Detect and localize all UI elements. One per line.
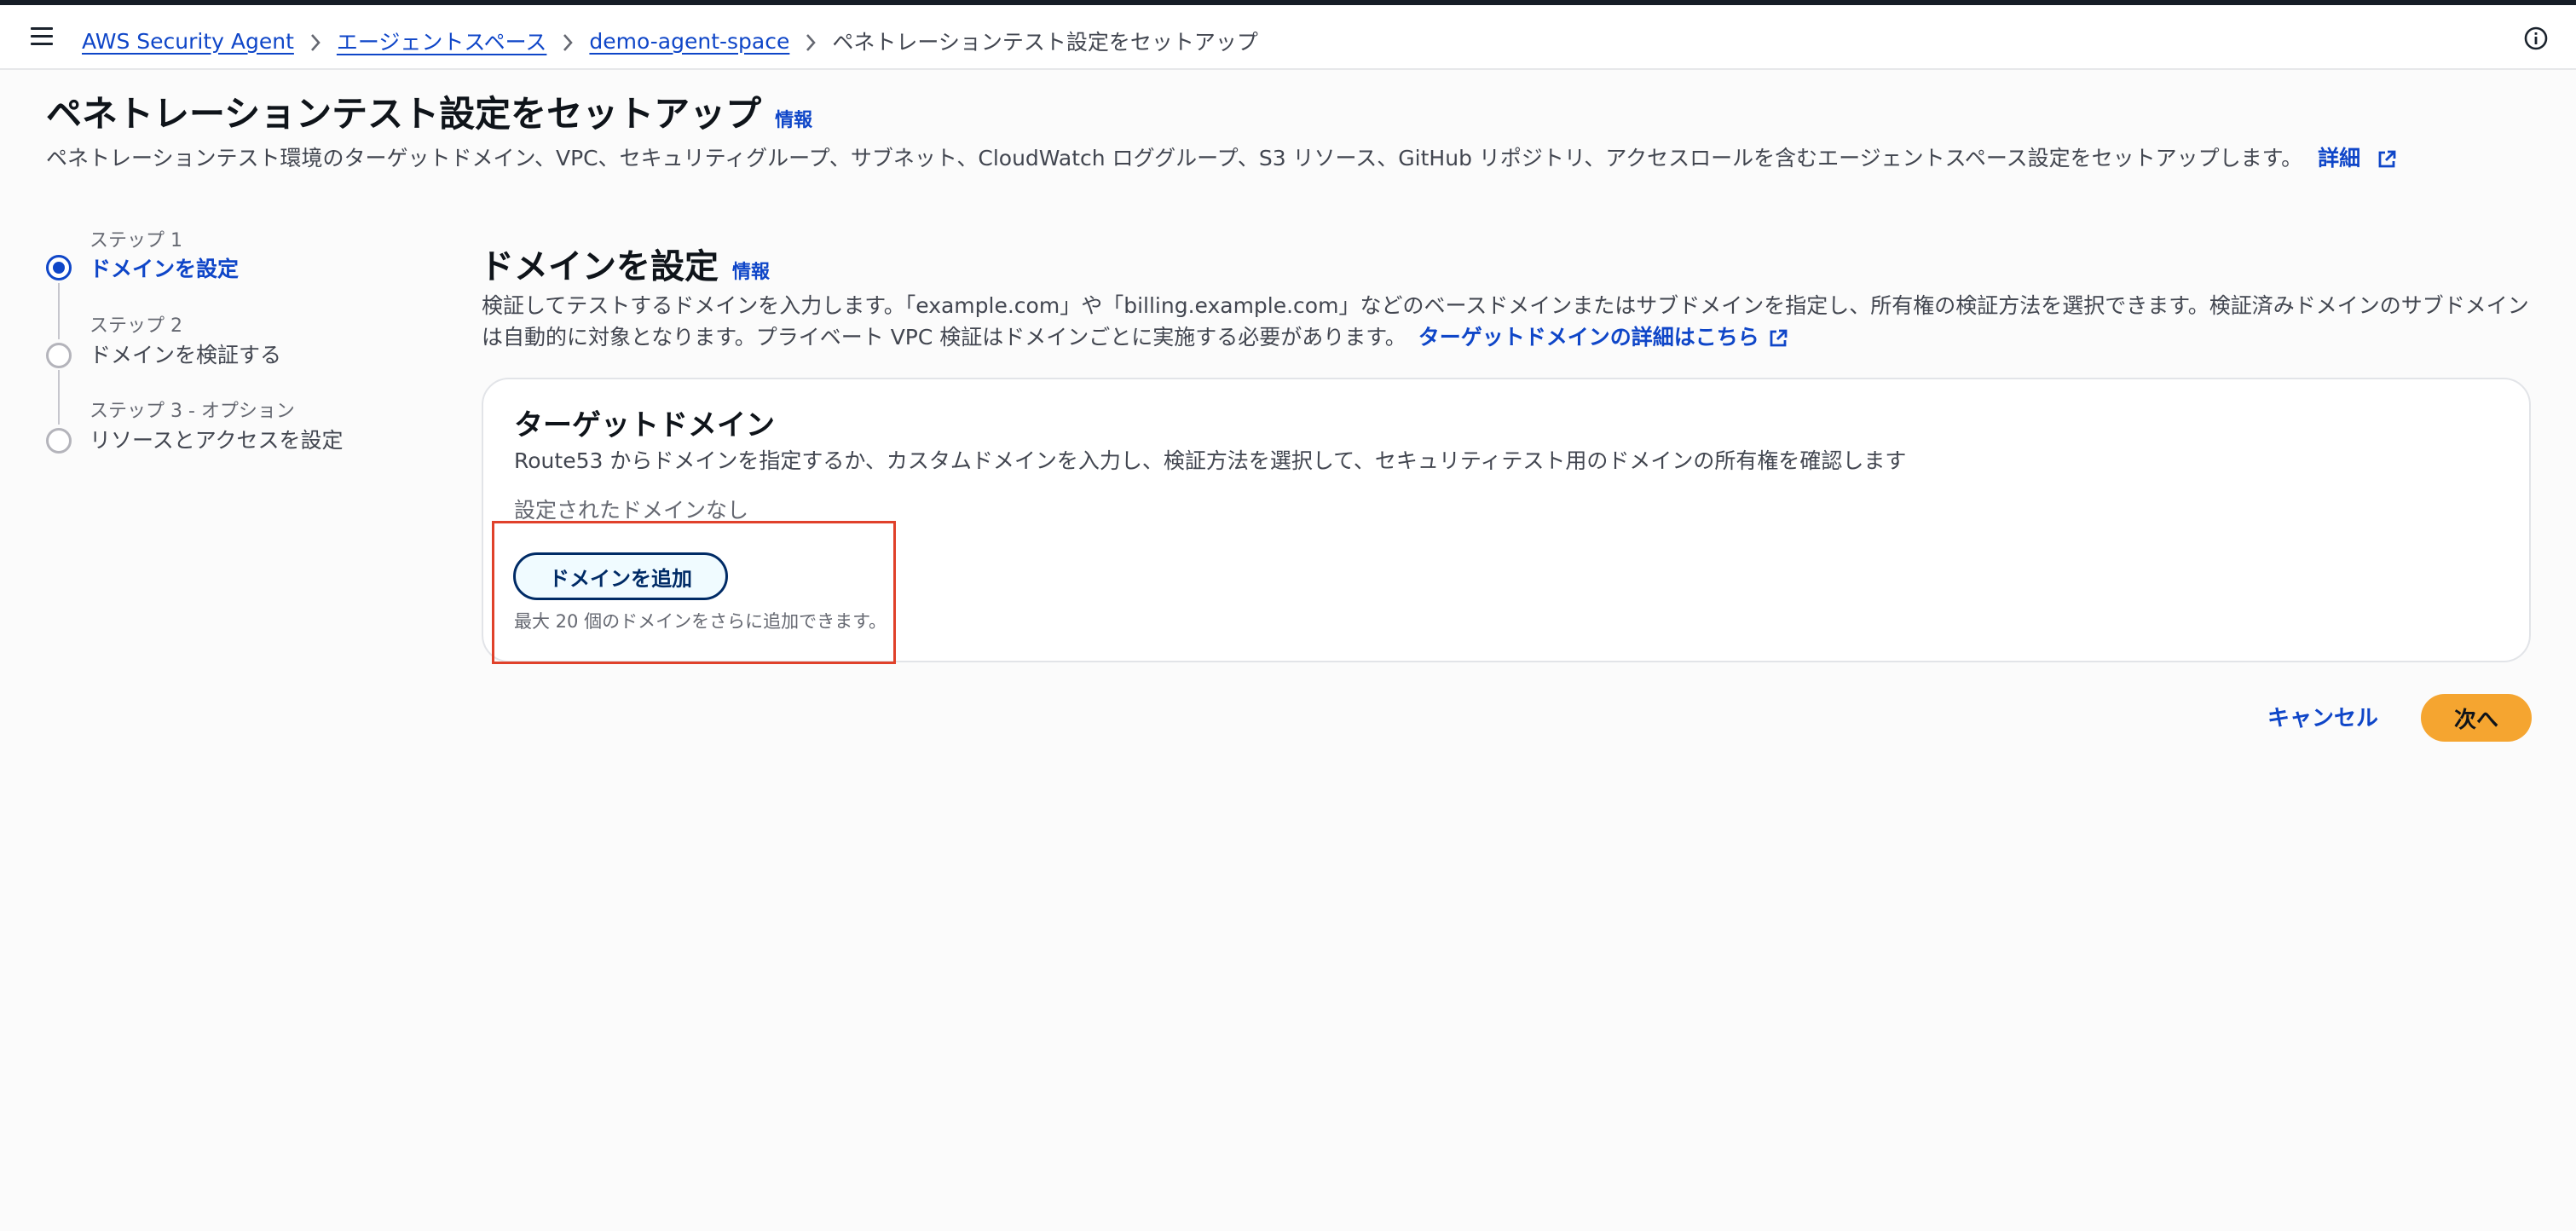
details-link-label: 詳細 xyxy=(2318,146,2361,170)
info-circle-icon[interactable] xyxy=(2523,26,2549,51)
section-title-row: ドメインを設定 情報 xyxy=(480,239,770,288)
next-button[interactable]: 次へ xyxy=(2421,694,2532,742)
chevron-right-icon xyxy=(294,29,337,54)
cancel-button[interactable]: キャンセル xyxy=(2250,697,2395,735)
step-pending-icon xyxy=(46,343,72,368)
breadcrumb-item-agent-space[interactable]: エージェントスペース xyxy=(337,26,547,56)
page-title-row: ペネトレーションテスト設定をセットアップ 情報 xyxy=(46,85,812,137)
section-title: ドメインを設定 xyxy=(480,247,719,286)
section-description: 検証してテストするドメインを入力します。「example.com」や「billi… xyxy=(482,290,2544,353)
step-connector xyxy=(58,283,60,339)
target-domain-details-link-label: ターゲットドメインの詳細はこちら xyxy=(1418,325,1759,350)
add-domain-hint: 最大 20 個のドメインをさらに追加できます。 xyxy=(514,611,887,632)
step-2-number: ステップ 2 xyxy=(90,315,182,337)
chevron-right-icon xyxy=(546,29,589,54)
external-link-icon xyxy=(1770,329,1788,347)
step-3-number: ステップ 3 - オプション xyxy=(90,401,295,422)
section-info-link[interactable]: 情報 xyxy=(732,257,770,284)
card-description: Route53 からドメインを指定するか、カスタムドメインを入力し、検証方法を選… xyxy=(514,448,1907,473)
breadcrumb: AWS Security Agent エージェントスペース demo-agent… xyxy=(82,22,1258,60)
step-1-title[interactable]: ドメインを設定 xyxy=(90,252,239,283)
add-domain-button[interactable]: ドメインを追加 xyxy=(513,552,728,600)
step-connector xyxy=(58,370,60,425)
top-navigation-bar: AWS Security Agent エージェントスペース demo-agent… xyxy=(0,5,2576,70)
page-title: ペネトレーションテスト設定をセットアップ xyxy=(46,93,762,135)
no-domains-message: 設定されたドメインなし xyxy=(514,498,749,523)
details-link[interactable]: 詳細 xyxy=(2318,146,2397,170)
step-1-number: ステップ 1 xyxy=(90,230,182,251)
external-link-icon xyxy=(2378,150,2396,168)
step-pending-icon xyxy=(46,428,72,454)
target-domain-details-link[interactable]: ターゲットドメインの詳細はこちら xyxy=(1418,325,1788,350)
menu-icon[interactable] xyxy=(31,27,53,46)
breadcrumb-current-page: ペネトレーションテスト設定をセットアップ xyxy=(832,30,1258,55)
page-info-link[interactable]: 情報 xyxy=(775,105,812,132)
breadcrumb-item-aws-security-agent[interactable]: AWS Security Agent xyxy=(82,29,294,54)
page-description-text: ペネトレーションテスト環境のターゲットドメイン、VPC、セキュリティグループ、サ… xyxy=(46,146,2303,170)
step-active-icon xyxy=(46,255,72,280)
breadcrumb-item-demo-agent-space[interactable]: demo-agent-space xyxy=(589,29,789,54)
card-title: ターゲットドメイン xyxy=(514,408,775,442)
step-3-title[interactable]: リソースとアクセスを設定 xyxy=(90,424,344,454)
page-description: ペネトレーションテスト環境のターゲットドメイン、VPC、セキュリティグループ、サ… xyxy=(46,142,2397,172)
chevron-right-icon xyxy=(789,29,832,54)
step-2-title[interactable]: ドメインを検証する xyxy=(90,338,281,369)
